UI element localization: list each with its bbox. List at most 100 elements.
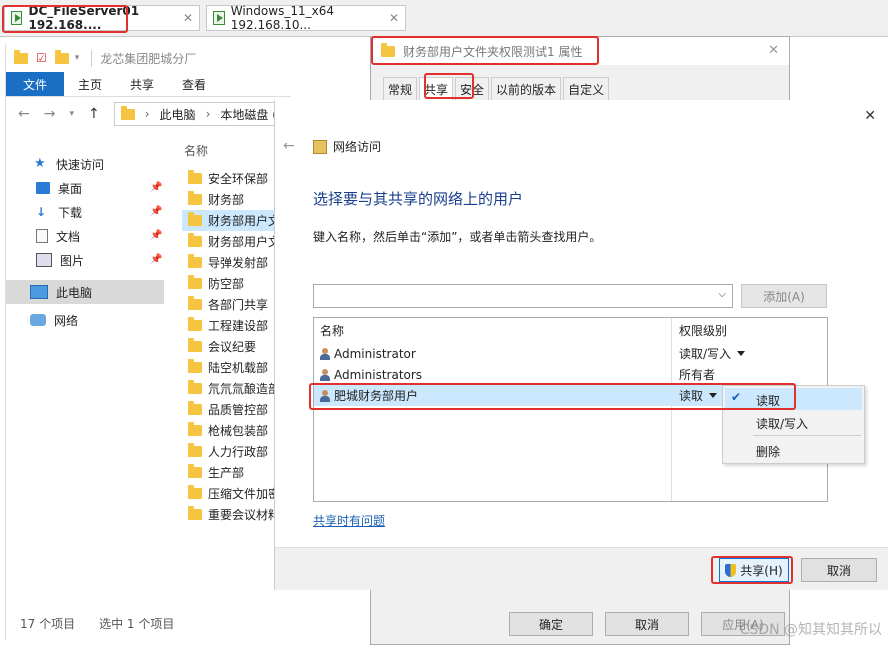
- watermark: CSDN @知其知其所以: [739, 622, 882, 638]
- ribbon-tab-view[interactable]: 查看: [168, 72, 220, 96]
- tab-general[interactable]: 常规: [383, 77, 418, 101]
- address-bar[interactable]: › 此电脑 › 本地磁盘 ((: [113, 102, 291, 126]
- network-users-icon: [313, 139, 327, 154]
- nav-pictures[interactable]: 图片 📌: [6, 248, 164, 272]
- quick-access-dropdown-icon[interactable]: ▾: [75, 53, 80, 63]
- selected-count: 选中 1 个项目: [99, 617, 175, 631]
- permission-level: 所有者: [679, 368, 716, 382]
- menu-item-read-write[interactable]: 读取/写入: [756, 415, 808, 432]
- nav-this-pc[interactable]: 此电脑: [6, 280, 164, 304]
- nav-network[interactable]: 网络: [6, 308, 164, 332]
- dialog-button-bar: 共享(H) 取消: [275, 547, 888, 590]
- explorer-title-bar: ☑ ▾ 龙芯集团肥城分厂: [6, 44, 291, 72]
- column-header-name[interactable]: 名称: [184, 142, 208, 159]
- nav-quick-access[interactable]: ★ 快速访问: [6, 152, 164, 176]
- up-arrow-icon[interactable]: ↑: [88, 106, 100, 122]
- folder-name: 生产部: [208, 466, 245, 480]
- nav-label: 快速访问: [56, 157, 105, 172]
- sharing-trouble-link[interactable]: 共享时有问题: [313, 512, 385, 529]
- folder-icon: [188, 191, 202, 205]
- tab-previous-versions[interactable]: 以前的版本: [491, 77, 562, 101]
- folder-name: 财务部用户文: [208, 235, 281, 249]
- column-header-name[interactable]: 名称: [320, 322, 344, 339]
- pin-icon[interactable]: 📌: [150, 182, 162, 193]
- column-header-permission[interactable]: 权限级别: [679, 322, 727, 339]
- pin-icon[interactable]: 📌: [150, 206, 162, 217]
- back-arrow-icon[interactable]: ←: [18, 106, 30, 122]
- ribbon-tab-file[interactable]: 文件: [6, 72, 64, 96]
- folder-name: 陆空机载部: [208, 361, 269, 375]
- folder-name: 工程建设部: [208, 319, 269, 333]
- new-folder-icon[interactable]: [54, 49, 69, 64]
- user-icon: [320, 347, 330, 360]
- vm-tab-windows11[interactable]: Windows_11_x64 192.168.10... ✕: [206, 4, 406, 32]
- ribbon-tab-home[interactable]: 主页: [64, 72, 116, 96]
- navigation-pane: ★ 快速访问 桌面 📌 ↓ 下载 📌 文档 📌 图片 📌 此电脑 网络: [6, 148, 164, 332]
- pin-icon[interactable]: 📌: [150, 254, 162, 265]
- folder-icon: [188, 212, 202, 226]
- add-button[interactable]: 添加(A): [741, 284, 827, 308]
- folder-icon: [188, 443, 202, 457]
- address-row: ← → ▾ ↑ › 此电脑 › 本地磁盘 ((: [6, 97, 291, 131]
- folder-icon: [120, 105, 135, 120]
- nav-documents[interactable]: 文档 📌: [6, 224, 164, 248]
- desktop-icon: [36, 182, 50, 194]
- folder-icon: [14, 49, 28, 64]
- user-name-combobox[interactable]: ⌵: [313, 284, 733, 308]
- folder-icon: [188, 380, 202, 394]
- item-count: 17 个项目: [20, 617, 76, 631]
- permission-level[interactable]: 读取/写入: [679, 345, 731, 362]
- computer-icon: [30, 285, 48, 299]
- properties-quick-icon[interactable]: ☑: [36, 51, 47, 65]
- folder-icon: [188, 401, 202, 415]
- table-row[interactable]: Administrators 所有者: [314, 364, 827, 385]
- breadcrumb-local-disk[interactable]: 本地磁盘 ((: [220, 106, 281, 123]
- dropdown-arrow-icon[interactable]: [737, 351, 746, 356]
- folder-name: 导弹发射部: [208, 256, 269, 270]
- annotation-box: [711, 556, 793, 584]
- menu-divider: [753, 435, 861, 436]
- nav-label: 网络: [54, 313, 79, 328]
- back-arrow-icon[interactable]: ←: [283, 138, 295, 154]
- annotation-box: [424, 73, 474, 99]
- ribbon-tab-share[interactable]: 共享: [116, 72, 168, 96]
- breadcrumb-this-pc[interactable]: 此电脑: [160, 106, 196, 123]
- nav-label: 文档: [56, 229, 81, 244]
- vm-console-icon: [213, 11, 225, 25]
- menu-item-remove[interactable]: 删除: [756, 443, 780, 460]
- window-title: 龙芯集团肥城分厂: [91, 49, 196, 67]
- group-icon: [320, 368, 330, 381]
- chevron-down-icon[interactable]: ⌵: [718, 289, 726, 300]
- folder-name: 人力行政部: [208, 445, 269, 459]
- folder-name: 财务部: [208, 193, 245, 207]
- vm-tab-label: Windows_11_x64 192.168.10...: [230, 4, 334, 32]
- close-icon[interactable]: ✕: [768, 43, 779, 58]
- pin-icon[interactable]: 📌: [150, 230, 162, 241]
- cancel-button[interactable]: 取消: [605, 612, 689, 636]
- network-icon: [30, 314, 46, 326]
- breadcrumb-chevron-icon: ›: [205, 107, 211, 121]
- forward-arrow-icon[interactable]: →: [44, 106, 56, 122]
- close-icon[interactable]: ✕: [389, 11, 399, 25]
- folder-icon: [188, 254, 202, 268]
- folder-name: 压缩文件加密: [208, 487, 281, 501]
- ok-button[interactable]: 确定: [509, 612, 593, 636]
- folder-icon: [188, 359, 202, 373]
- recent-dropdown-icon[interactable]: ▾: [69, 109, 74, 119]
- nav-desktop[interactable]: 桌面 📌: [6, 176, 164, 200]
- annotation-box: [371, 36, 599, 65]
- close-icon[interactable]: ✕: [183, 11, 193, 25]
- cancel-button[interactable]: 取消: [801, 558, 877, 582]
- status-bar: 17 个项目 选中 1 个项目: [20, 615, 174, 632]
- nav-downloads[interactable]: ↓ 下载 📌: [6, 200, 164, 224]
- folder-icon: [188, 317, 202, 331]
- nav-label: 此电脑: [56, 285, 93, 300]
- close-icon[interactable]: ✕: [864, 108, 876, 124]
- table-row[interactable]: Administrator 读取/写入: [314, 343, 827, 364]
- picture-icon: [36, 253, 52, 267]
- grid-header: 名称 权限级别: [314, 320, 827, 341]
- tab-customize[interactable]: 自定义: [563, 77, 610, 101]
- folder-icon: [188, 464, 202, 478]
- folder-icon: [188, 170, 202, 184]
- annotation-box: [2, 5, 128, 33]
